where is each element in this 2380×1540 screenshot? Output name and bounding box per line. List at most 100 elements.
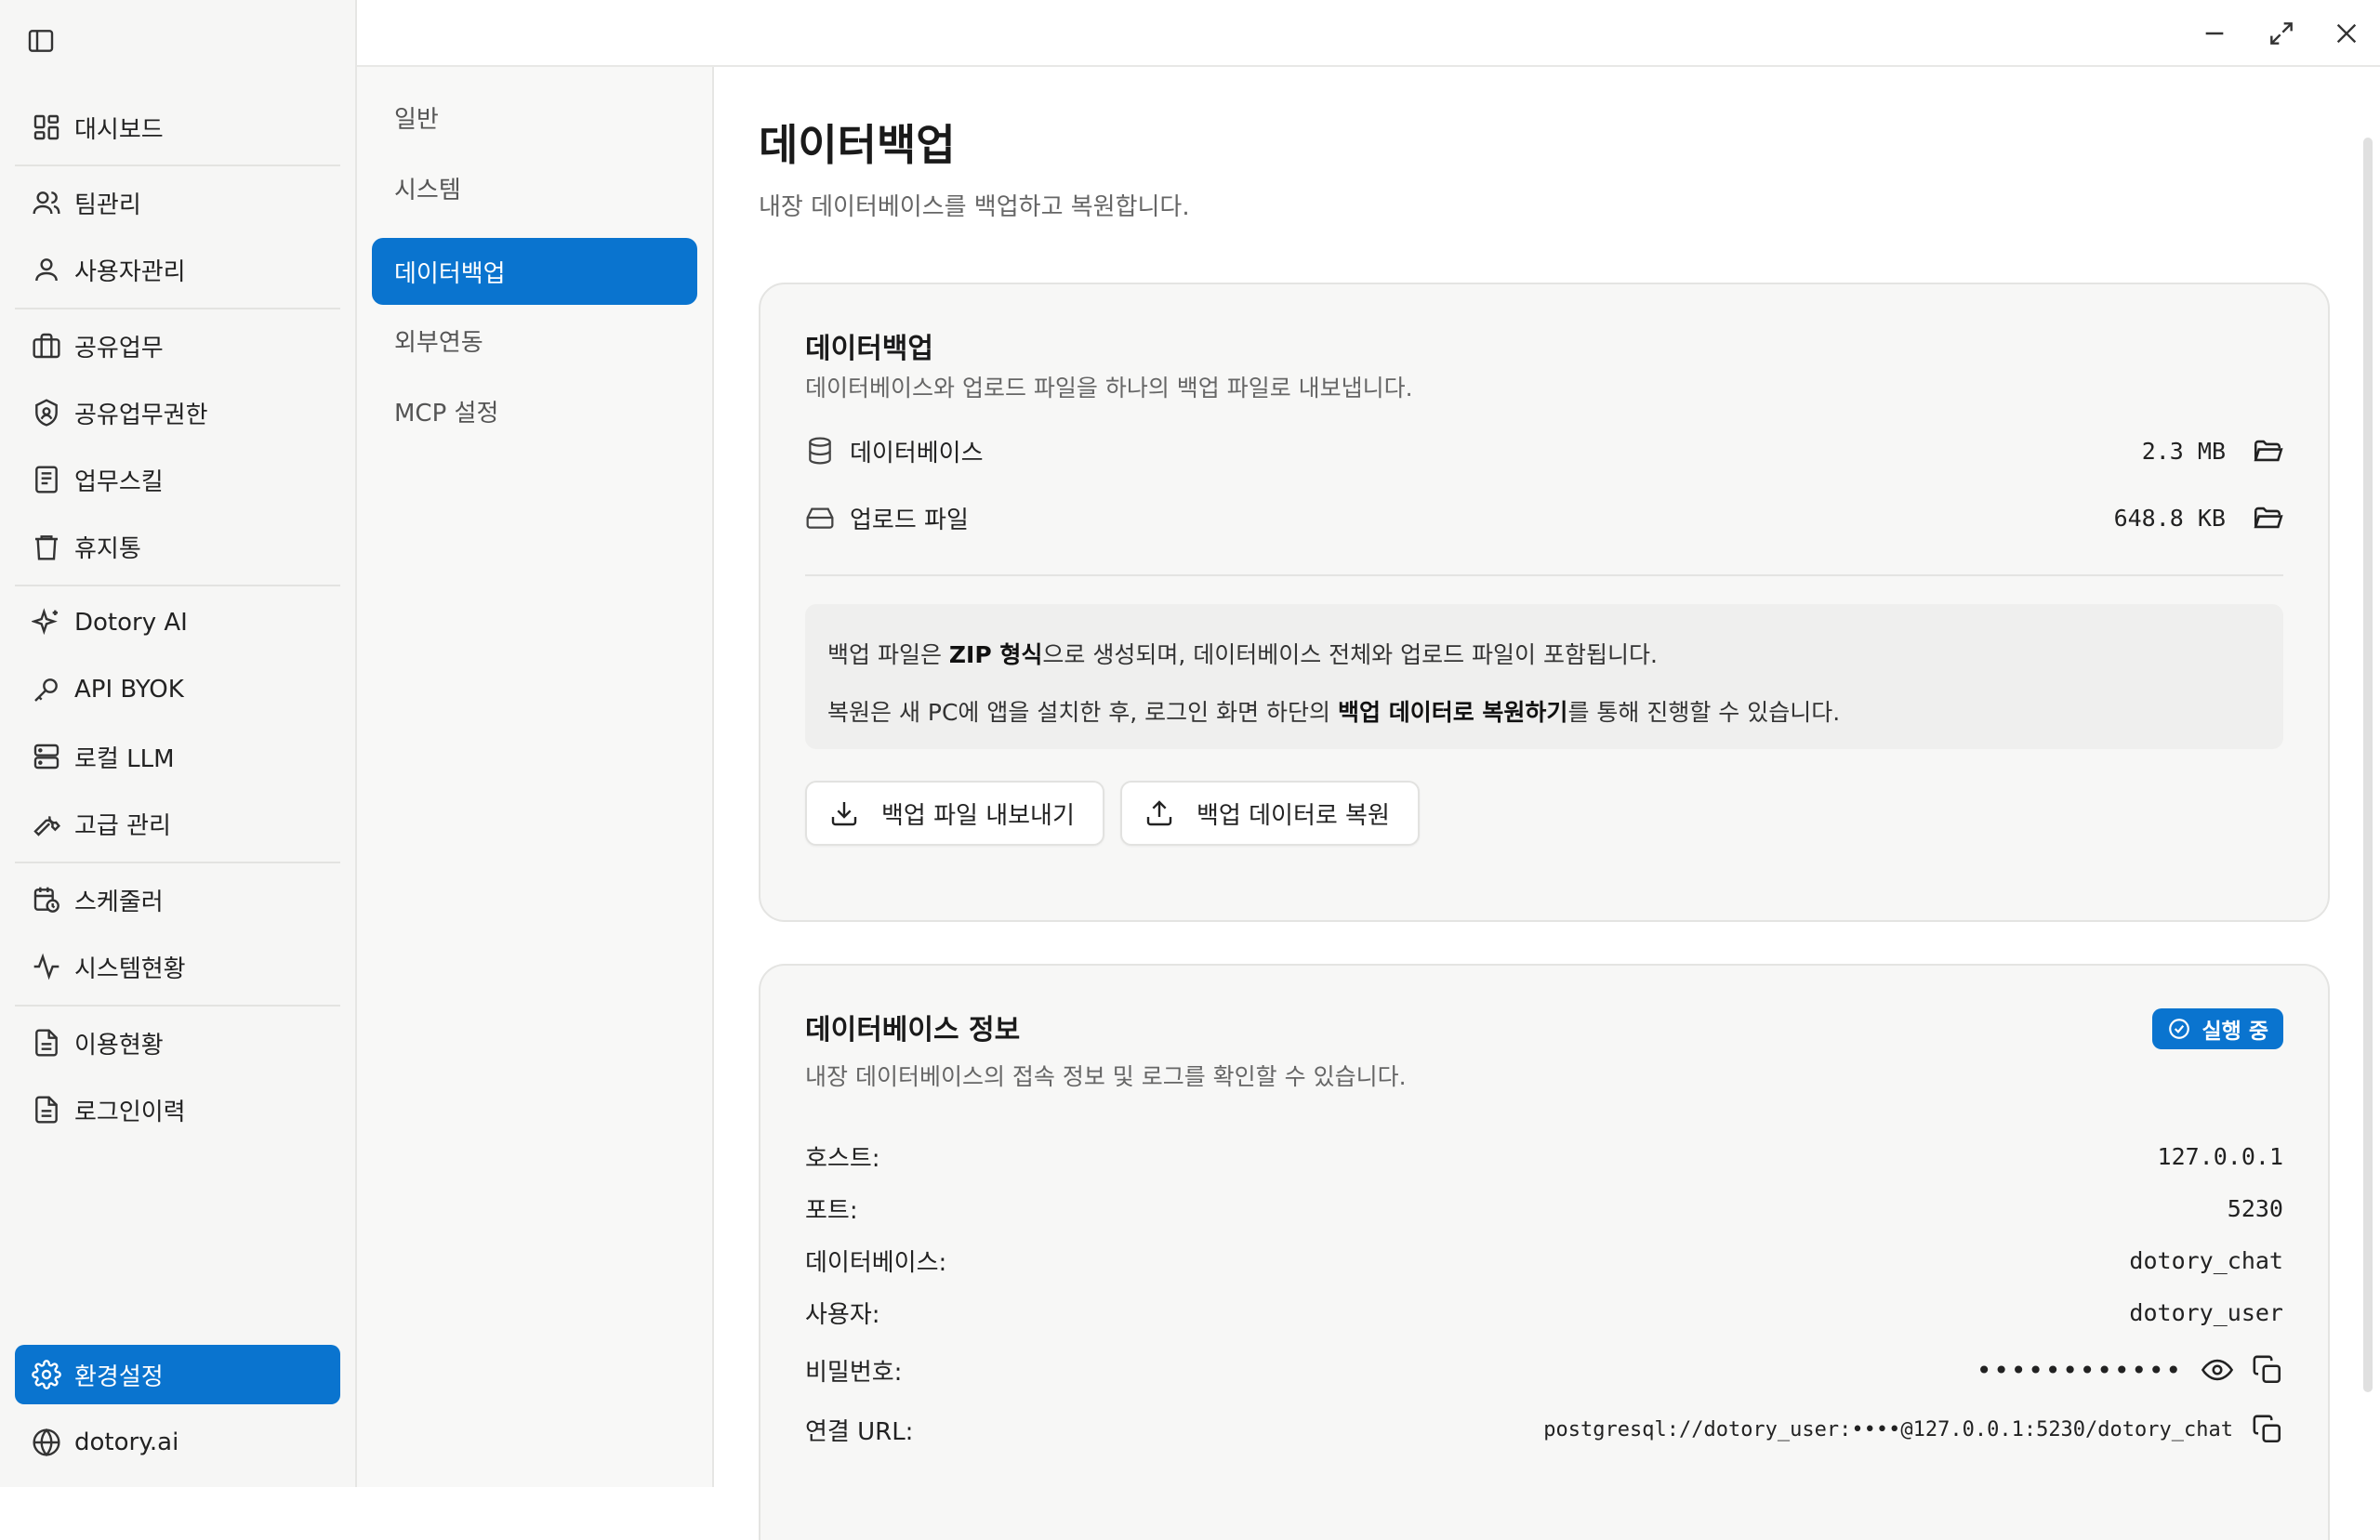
hard-drive-icon [806, 507, 834, 529]
sidebar-toggle-icon[interactable] [26, 26, 56, 56]
sidebar-divider [15, 1005, 340, 1007]
copy-icon[interactable] [2252, 1414, 2283, 1445]
info-label: 비밀번호: [805, 1358, 903, 1387]
file-row-uploads: 업로드 파일 648.8 KB [805, 494, 2283, 541]
info-row-port: 포트: 5230 [805, 1185, 2283, 1231]
user-value: dotory_user [2129, 1298, 2283, 1326]
sidebar-item-label: 대시보드 [74, 115, 164, 144]
info-row-url: 연결 URL: postgresql://dotory_user:••••@12… [805, 1406, 2283, 1453]
wrench-icon [33, 816, 60, 836]
close-icon[interactable] [2332, 19, 2361, 48]
note-line-2: 복원은 새 PC에 앱을 설치한 후, 로그인 화면 하단의 백업 데이터로 복… [827, 699, 1841, 726]
sparkles-icon [32, 608, 58, 636]
subnav-item-label: 외부연동 [394, 328, 483, 357]
sidebar-item-shared-tasks[interactable]: 공유업무 [15, 316, 340, 375]
file-size: 2.3 MB [2141, 437, 2226, 465]
sidebar-item-task-skills[interactable]: 업무스킬 [15, 450, 340, 509]
subnav-item-label: 데이터백업 [394, 259, 506, 288]
sidebar-item-settings[interactable]: 환경설정 [15, 1345, 340, 1404]
sidebar-item-label: 공유업무권한 [74, 401, 208, 429]
file-row-label: 데이터베이스 [850, 439, 984, 467]
subnav-item-system[interactable]: 시스템 [372, 154, 697, 221]
sidebar-item-api-byok[interactable]: API BYOK [15, 660, 340, 719]
sidebar-item-label: 이용현황 [74, 1031, 164, 1060]
scrollbar[interactable] [2363, 138, 2373, 1392]
sidebar-item-label: 스케줄러 [74, 888, 164, 916]
check-circle-icon [2168, 1019, 2189, 1039]
file-size: 648.8 KB [2113, 504, 2226, 532]
sidebar-item-trash[interactable]: 휴지통 [15, 517, 340, 576]
status-badge: 실행 중 [2151, 1008, 2283, 1049]
card-divider [805, 574, 2283, 576]
file-text-icon [35, 1029, 58, 1057]
backup-info-note: 백업 파일은 ZIP 형식으로 생성되며, 데이터베이스 전체와 업로드 파일이… [805, 604, 2283, 749]
maximize-icon[interactable] [2267, 19, 2296, 48]
eye-icon[interactable] [2202, 1354, 2233, 1386]
sidebar-item-label: 휴지통 [74, 534, 141, 563]
subnav-item-general[interactable]: 일반 [372, 84, 697, 151]
sidebar: 대시보드 팀관리 사용자관리 공유업무 공유업무권한 업무스킬 휴지통 Doto… [0, 0, 357, 1487]
server-icon [33, 744, 60, 770]
page-title: 데이터백업 [759, 120, 956, 170]
info-label: 데이터베이스: [805, 1248, 947, 1277]
file-row-label: 업로드 파일 [850, 506, 969, 534]
folder-open-icon[interactable] [2252, 435, 2283, 467]
subnav-item-label: 일반 [394, 105, 439, 134]
file-row-database: 데이터베이스 2.3 MB [805, 428, 2283, 474]
info-label: 사용자: [805, 1300, 880, 1329]
password-mask: •••••••••••• [1976, 1354, 2183, 1386]
info-row-user: 사용자: dotory_user [805, 1289, 2283, 1336]
card-title: 데이터베이스 정보 [805, 1014, 1021, 1046]
url-value: postgresql://dotory_user:••••@127.0.0.1:… [1543, 1417, 2233, 1441]
subnav-item-label: MCP 설정 [394, 399, 499, 428]
info-row-password: 비밀번호: •••••••••••• [805, 1347, 2283, 1393]
calendar-clock-icon [33, 887, 60, 913]
subnav-item-mcp-settings[interactable]: MCP 설정 [372, 377, 697, 444]
database-info-card: 데이터베이스 정보 실행 중 내장 데이터베이스의 접속 정보 및 로그를 확인… [759, 964, 2330, 1540]
sidebar-item-team[interactable]: 팀관리 [15, 173, 340, 232]
sidebar-item-label: 환경설정 [74, 1362, 164, 1391]
port-value: 5230 [2227, 1194, 2283, 1222]
folder-open-icon[interactable] [2252, 502, 2283, 533]
button-label: 백업 파일 내보내기 [881, 801, 1075, 830]
settings-subnav: 일반 시스템 데이터백업 외부연동 MCP 설정 [357, 67, 714, 1487]
card-title: 데이터백업 [805, 333, 933, 365]
card-subtitle: 내장 데이터베이스의 접속 정보 및 로그를 확인할 수 있습니다. [805, 1063, 1407, 1090]
copy-icon[interactable] [2252, 1354, 2283, 1386]
activity-icon [33, 953, 60, 981]
sidebar-divider [15, 585, 340, 586]
sidebar-item-dashboard[interactable]: 대시보드 [15, 98, 340, 157]
restore-backup-button[interactable]: 백업 데이터로 복원 [1120, 781, 1420, 846]
sidebar-item-shared-task-permissions[interactable]: 공유업무권한 [15, 383, 340, 442]
sidebar-item-login-history[interactable]: 로그인이력 [15, 1080, 340, 1139]
sidebar-item-website[interactable]: dotory.ai [15, 1413, 340, 1472]
sidebar-item-local-llm[interactable]: 로컬 LLM [15, 727, 340, 786]
sidebar-item-label: 공유업무 [74, 334, 164, 362]
sidebar-item-dotory-ai[interactable]: Dotory AI [15, 593, 340, 652]
info-row-database: 데이터베이스: dotory_chat [805, 1237, 2283, 1283]
shield-icon [35, 399, 58, 427]
sidebar-divider [15, 308, 340, 309]
subnav-item-integrations[interactable]: 외부연동 [372, 307, 697, 374]
sidebar-item-system-status[interactable]: 시스템현황 [15, 937, 340, 996]
upload-icon [1146, 800, 1172, 826]
sidebar-item-scheduler[interactable]: 스케줄러 [15, 870, 340, 929]
dashboard-icon [33, 114, 60, 140]
user-icon [35, 258, 58, 282]
sidebar-item-advanced[interactable]: 고급 관리 [15, 794, 340, 853]
sidebar-divider [15, 165, 340, 166]
backup-card: 데이터백업 데이터베이스와 업로드 파일을 하나의 백업 파일로 내보냅니다. … [759, 283, 2330, 922]
sidebar-item-label: 로그인이력 [74, 1098, 186, 1126]
sidebar-item-usage[interactable]: 이용현황 [15, 1013, 340, 1073]
gear-icon [32, 1360, 61, 1389]
sidebar-item-label: API BYOK [74, 676, 184, 704]
info-label: 포트: [805, 1196, 858, 1225]
export-backup-button[interactable]: 백업 파일 내보내기 [805, 781, 1104, 846]
sidebar-item-label: 시스템현황 [74, 954, 186, 983]
globe-icon [33, 1428, 60, 1457]
main-content: 데이터백업 내장 데이터베이스를 백업하고 복원합니다. 데이터백업 데이터베이… [714, 67, 2380, 1540]
sidebar-item-label: 고급 관리 [74, 811, 171, 840]
sidebar-item-users[interactable]: 사용자관리 [15, 240, 340, 299]
subnav-item-data-backup[interactable]: 데이터백업 [372, 238, 697, 305]
minimize-icon[interactable] [2200, 19, 2229, 48]
